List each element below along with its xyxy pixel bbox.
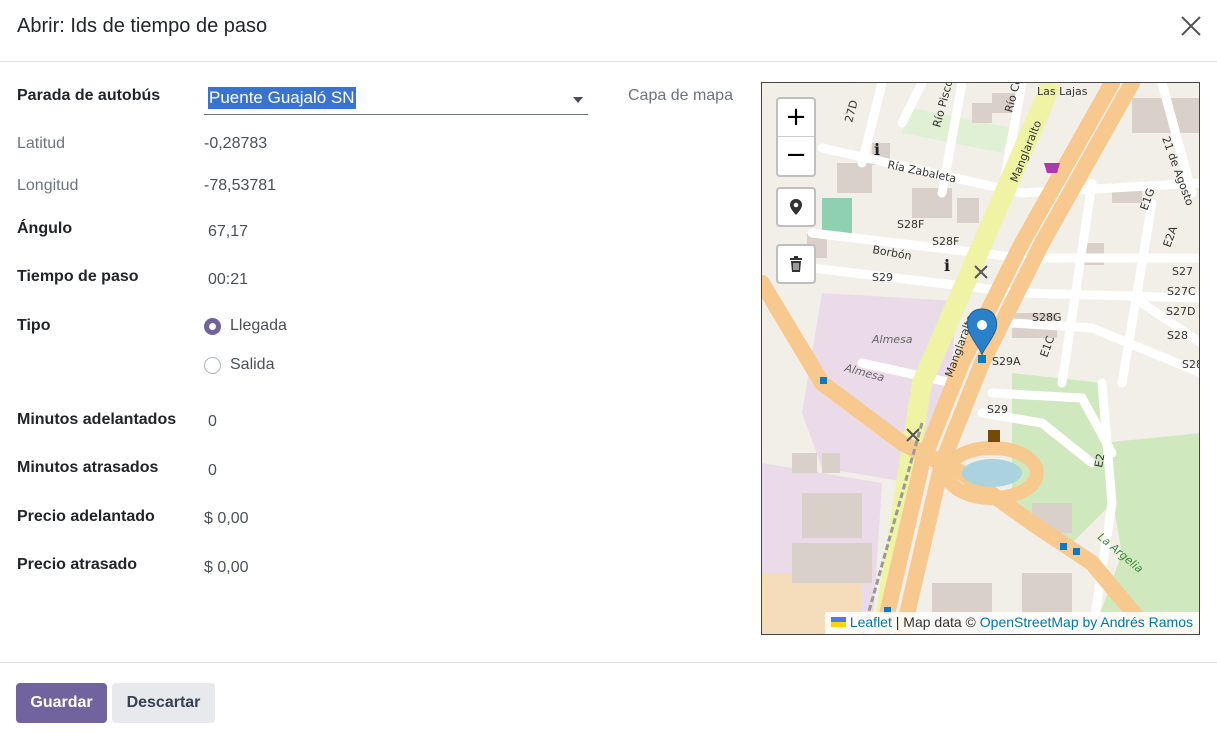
street-label: S28G	[1032, 311, 1062, 324]
pond	[962, 459, 1022, 487]
pass-time-field[interactable]: 00:21	[208, 271, 248, 289]
bus-stop-icon	[1060, 543, 1067, 550]
longitude-label: Longitud	[17, 177, 79, 194]
longitude-value: -78,53781	[204, 177, 277, 194]
bus-stop-value[interactable]: Puente Guajaló SN	[208, 87, 356, 109]
draw-marker-button[interactable]	[776, 187, 816, 227]
street-label: S28	[1167, 329, 1188, 342]
street-label: Almesa	[871, 333, 913, 346]
zoom-out-button[interactable]: −	[778, 137, 814, 175]
poi-icon	[988, 430, 1000, 442]
radio-llegada-label[interactable]: Llegada	[230, 317, 287, 335]
osm-link[interactable]: OpenStreetMap by Andrés Ramos	[980, 614, 1193, 630]
price-late-label: Precio atrasado	[17, 556, 138, 573]
price-late-field[interactable]: $ 0,00	[204, 559, 248, 577]
street-label: Las Lajas	[1037, 85, 1088, 98]
map-pin-icon	[790, 199, 802, 215]
price-early-field[interactable]: $ 0,00	[204, 510, 248, 528]
minutes-early-field[interactable]: 0	[208, 413, 217, 431]
dialog-header: Abrir: Ids de tiempo de paso	[0, 0, 1217, 62]
bus-stop-icon	[820, 377, 827, 384]
minutes-early-label: Minutos adelantados	[17, 411, 177, 428]
map-tiles[interactable]: Manglaralto Manglaralto Ría Zabaleta Bor…	[762, 83, 1200, 635]
footer-divider	[0, 662, 1217, 663]
map-widget[interactable]: Manglaralto Manglaralto Ría Zabaleta Bor…	[761, 82, 1200, 635]
street-label: S29A	[992, 355, 1021, 368]
street-label: S28F	[932, 235, 959, 248]
street-label: S27C	[1167, 285, 1196, 298]
street-label: S29	[872, 271, 893, 284]
street-label: S27D	[1166, 305, 1195, 318]
bus-stop-select[interactable]: Puente Guajaló SN	[204, 85, 588, 115]
dialog-title: Abrir: Ids de tiempo de paso	[17, 15, 268, 37]
latitude-value: -0,28783	[204, 135, 268, 152]
trash-icon	[790, 256, 802, 272]
street-label: S28F	[897, 218, 924, 231]
street-label: S29	[987, 403, 1008, 416]
angle-label: Ángulo	[17, 220, 73, 237]
pass-time-label: Tiempo de paso	[17, 268, 139, 285]
map-layer-label: Capa de mapa	[628, 87, 733, 104]
street-label: E2	[1092, 453, 1107, 469]
zoom-control: + −	[776, 97, 816, 177]
info-icon: i	[874, 140, 880, 159]
zoom-in-button[interactable]: +	[778, 99, 814, 137]
angle-field[interactable]: 67,17	[208, 223, 248, 241]
radio-salida[interactable]	[204, 357, 221, 374]
bus-stop-label: Parada de autobús	[17, 87, 161, 104]
street-label: S28	[1182, 358, 1200, 371]
close-icon[interactable]	[1178, 13, 1204, 39]
chevron-down-icon[interactable]	[573, 97, 583, 103]
latitude-label: Latitud	[17, 135, 66, 152]
radio-llegada[interactable]	[204, 318, 221, 335]
info-icon: i	[944, 256, 950, 275]
price-early-label: Precio adelantado	[17, 508, 155, 525]
attribution-text: | Map data ©	[895, 614, 976, 630]
type-label: Tipo	[17, 317, 51, 334]
delete-layers-button[interactable]	[776, 244, 816, 284]
leaflet-link[interactable]: Leaflet	[850, 614, 892, 630]
bus-stop-icon	[1073, 548, 1080, 555]
ukraine-flag-icon	[830, 617, 846, 628]
discard-button[interactable]: Descartar	[112, 683, 215, 723]
radio-salida-label[interactable]: Salida	[230, 356, 274, 374]
street-label: S27	[1172, 265, 1193, 278]
map-attribution: Leaflet | Map data © OpenStreetMap by An…	[824, 612, 1199, 634]
save-button[interactable]: Guardar	[16, 683, 107, 723]
minutes-late-field[interactable]: 0	[208, 462, 217, 480]
minutes-late-label: Minutos atrasados	[17, 459, 159, 476]
